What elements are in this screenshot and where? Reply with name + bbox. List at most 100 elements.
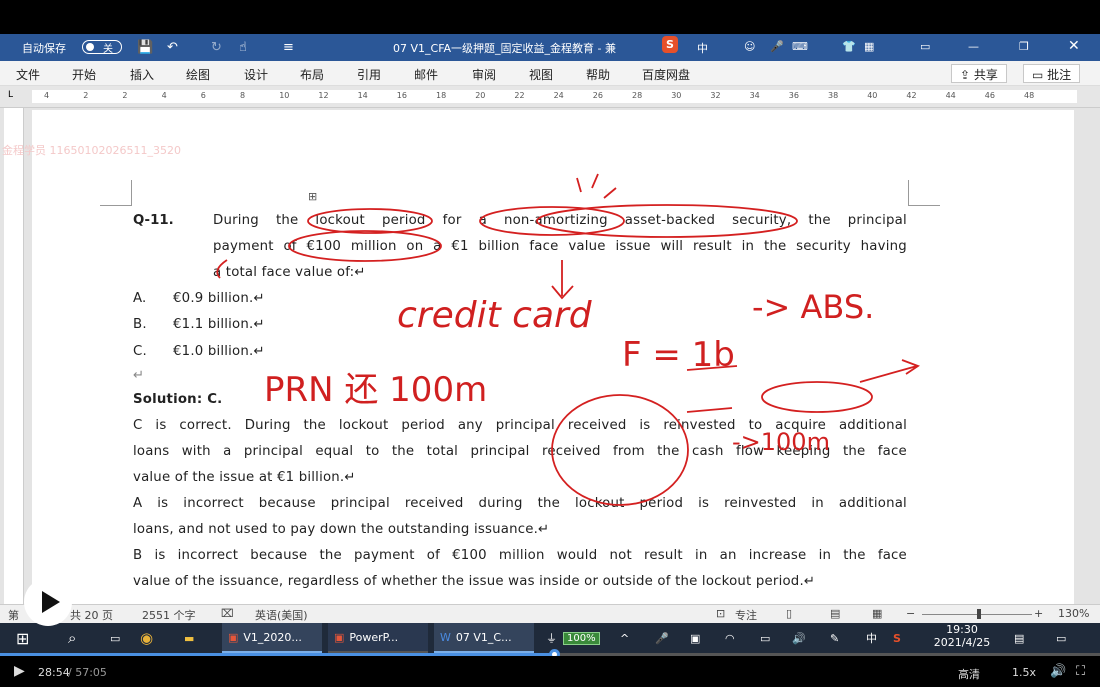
share-icon: ⇪ — [960, 68, 974, 82]
pen-icon[interactable]: ✎ — [830, 623, 839, 653]
ruler-tick-label: 28 — [632, 91, 643, 100]
ruler-tick-label: 16 — [396, 91, 407, 100]
microphone-icon[interactable]: 🎤 — [655, 623, 669, 653]
ruler-tick-label: 46 — [984, 91, 995, 100]
title-bar: 自动保存 关 💾 ↶ ↻ ☝ ≡ 07 V1_CFA一级押题_固定收益_金程教育… — [0, 34, 1100, 61]
vertical-ruler — [4, 108, 24, 604]
keyboard-icon[interactable]: ⌨ — [792, 40, 808, 53]
ink-circle-nonamortizing — [479, 206, 625, 236]
minimize-icon[interactable]: — — [968, 40, 979, 53]
ruler-tick-label: 6 — [200, 91, 206, 100]
web-layout-icon[interactable]: ▦ — [872, 607, 882, 620]
language[interactable]: 英语(美国) — [255, 607, 308, 623]
zoom-level[interactable]: 130% — [1058, 607, 1089, 620]
tab-view[interactable]: 视图 — [529, 66, 553, 83]
toolbox-icon[interactable]: ▦ — [864, 40, 874, 53]
focus-icon[interactable]: ⊡ — [716, 607, 725, 620]
autosave-toggle[interactable]: 关 — [82, 40, 122, 55]
volume-icon[interactable]: 🔊 — [1050, 664, 1066, 679]
page-count[interactable]: 共 20 页 — [70, 607, 113, 623]
ruler-tick-label: 14 — [357, 91, 368, 100]
quality-button[interactable]: 高清 — [958, 666, 980, 682]
screen-icon[interactable]: ▣ — [690, 623, 700, 653]
horizontal-ruler: L 4 2 2 4 6 8 10 12 14 16 18 20 22 24 26 28 30 32 34 36 38 40… — [0, 86, 1100, 108]
document-page[interactable]: 金程学员 11650102026511_3520 ⊞ Q-11. During t… — [2, 110, 1074, 604]
ruler-tick-label: 36 — [788, 91, 799, 100]
play-icon[interactable]: ▶ — [14, 663, 25, 679]
big-play-button[interactable] — [24, 578, 72, 626]
tab-help[interactable]: 帮助 — [586, 66, 610, 83]
word-count[interactable]: 2551 个字 — [142, 607, 196, 623]
start-icon[interactable]: ⊞ — [16, 623, 29, 653]
notification-icon[interactable]: ▤ — [1014, 623, 1024, 653]
ink-annotations — [216, 173, 920, 506]
file-explorer-icon[interactable]: ▬ — [184, 623, 194, 653]
ruler-tick-label: 10 — [279, 91, 290, 100]
taskbar-app-v1-2020[interactable]: ▣ V1_2020... — [222, 623, 322, 653]
skin-icon[interactable]: 👕 — [842, 40, 856, 53]
fullscreen-icon[interactable]: ⛶ — [1076, 664, 1085, 679]
chrome-icon[interactable]: ◉ — [140, 623, 153, 653]
tab-selector-icon[interactable]: L — [8, 90, 13, 100]
current-time: 28:54 — [38, 666, 70, 679]
battery-indicator[interactable]: 100% — [563, 623, 600, 653]
touch-mode-icon[interactable]: ☝ — [239, 40, 247, 55]
tab-references[interactable]: 引用 — [357, 66, 381, 83]
battery-icon[interactable]: ▭ — [760, 623, 770, 653]
sogou-tray-icon[interactable]: S — [893, 623, 901, 653]
mic-icon[interactable]: 🎤 — [770, 40, 784, 53]
zoom-out-icon[interactable]: − — [906, 607, 915, 620]
chat-icon[interactable]: ▭ — [1056, 623, 1066, 653]
tab-layout[interactable]: 布局 — [300, 66, 324, 83]
tab-file[interactable]: 文件 — [16, 66, 40, 83]
tab-design[interactable]: 设计 — [244, 66, 268, 83]
ink-arrow-right — [859, 359, 920, 383]
volume-icon[interactable]: 🔊 — [792, 623, 806, 653]
task-view-icon[interactable]: ▭ — [110, 623, 120, 653]
tab-home[interactable]: 开始 — [72, 66, 96, 83]
sogou-ime-icon[interactable]: S — [662, 36, 678, 53]
ruler-tick-label: 4 — [161, 91, 167, 100]
customize-toolbar-icon[interactable]: ≡ — [283, 40, 294, 55]
print-layout-icon[interactable]: ▤ — [830, 607, 840, 620]
zoom-slider-handle[interactable] — [977, 609, 981, 619]
clock[interactable]: 19:30 2021/4/25 — [930, 623, 994, 649]
taskbar-app-word[interactable]: W 07 V1_C... — [434, 623, 534, 653]
app-label: 07 V1_C... — [455, 630, 512, 644]
zoom-in-icon[interactable]: + — [1034, 607, 1043, 620]
ruler-tick-label: 18 — [436, 91, 447, 100]
ribbon-display-icon[interactable]: ▭ — [920, 40, 930, 53]
proofing-icon[interactable]: ⌧ — [221, 607, 234, 620]
comment-button[interactable]: ▭ 批注 — [1023, 64, 1081, 83]
search-icon[interactable]: ⌕ — [68, 623, 76, 653]
wifi-icon[interactable]: ◠ — [725, 623, 735, 653]
taskbar-app-powerpoint[interactable]: ▣ PowerP... — [328, 623, 428, 653]
save-icon[interactable]: 💾 — [137, 40, 153, 55]
show-hidden-icon[interactable]: ^ — [620, 623, 629, 653]
close-icon[interactable]: ✕ — [1068, 38, 1080, 54]
tab-draw[interactable]: 绘图 — [186, 66, 210, 83]
read-mode-icon[interactable]: ▯ — [786, 607, 792, 620]
ink-circle-abs — [536, 204, 798, 238]
redo-icon[interactable]: ↻ — [211, 40, 222, 55]
ruler-tick-label: 8 — [240, 91, 246, 100]
ink-circle-denominator — [761, 381, 873, 413]
ink-stroke — [216, 259, 228, 279]
ruler-tick-label: 20 — [475, 91, 486, 100]
ime-language[interactable]: 中 — [697, 40, 708, 56]
emoji-icon[interactable]: ☺ — [744, 40, 755, 53]
tab-mailings[interactable]: 邮件 — [414, 66, 438, 83]
focus-mode[interactable]: 专注 — [735, 607, 757, 623]
share-button[interactable]: ⇪ 共享 — [951, 64, 1007, 83]
ruler-scale: 4 2 2 4 6 8 10 12 14 16 18 20 22 24 26 28 30 32 34 36 38 40 42… — [32, 90, 1077, 103]
app-label: PowerP... — [349, 630, 399, 644]
tab-insert[interactable]: 插入 — [130, 66, 154, 83]
tab-baidu-netdisk[interactable]: 百度网盘 — [642, 66, 690, 83]
maximize-icon[interactable]: ❐ — [1019, 40, 1029, 53]
speed-button[interactable]: 1.5x — [1012, 666, 1036, 679]
tab-review[interactable]: 审阅 — [472, 66, 496, 83]
undo-icon[interactable]: ↶ — [167, 40, 178, 55]
autosave-label: 自动保存 — [22, 42, 66, 55]
ime-indicator[interactable]: 中 — [866, 623, 877, 653]
page-indicator[interactable]: 第 — [8, 607, 19, 623]
